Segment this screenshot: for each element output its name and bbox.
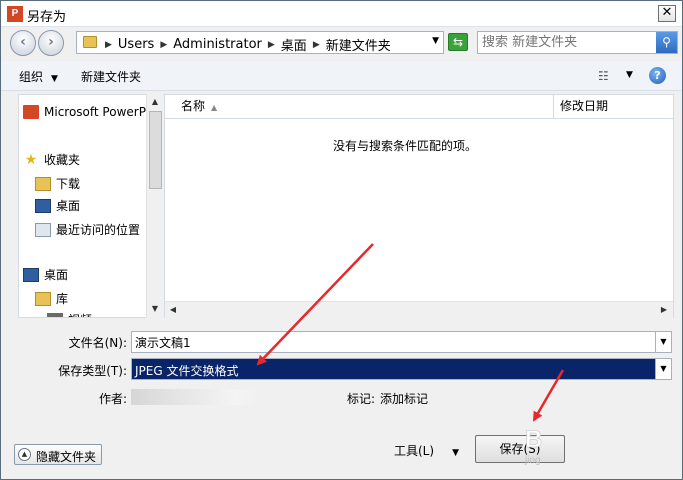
scroll-right-icon[interactable]: ▶ [656, 302, 672, 318]
nav-item-powerpoint[interactable]: Microsoft PowerP [23, 105, 146, 119]
tools-menu[interactable]: 工具(L) ▼ [394, 442, 459, 459]
desktop-icon [35, 198, 51, 213]
powerpoint-app-icon: P [7, 6, 23, 22]
save-as-dialog: P 另存为 ✕ ‹ › ▶ Users ▶ Administrator ▶ 桌面… [0, 0, 683, 480]
nav-item-label: 最近访问的位置 [56, 223, 141, 237]
breadcrumb-administrator[interactable]: Administrator [173, 37, 262, 52]
command-toolbar: 组织 ▼ 新建文件夹 ☷ ▼ ? [1, 61, 682, 91]
navigation-pane: Microsoft PowerP ★ 收藏夹 下载 桌面 最近访问的位置 桌面 … [18, 94, 163, 318]
close-button[interactable]: ✕ [658, 5, 676, 22]
add-tags-field[interactable]: 添加标记 [380, 390, 428, 407]
organize-label: 组织 [19, 70, 44, 84]
chevron-down-icon[interactable]: ▼ [432, 36, 439, 46]
chevron-right-icon[interactable]: ▶ [160, 40, 167, 50]
desktop-icon [23, 267, 39, 282]
chevron-down-icon: ▼ [452, 448, 459, 458]
save-type-value: JPEG 文件交换格式 [135, 364, 239, 378]
chevron-up-icon: ▲ [18, 448, 31, 461]
navigation-buttons: ‹ › [10, 30, 65, 56]
nav-item-label: 收藏夹 [44, 153, 81, 167]
search-icon[interactable]: ⚲ [656, 32, 677, 53]
nav-item-desktop-root[interactable]: 桌面 [23, 266, 68, 283]
nav-item-label: 桌面 [44, 268, 69, 282]
column-header-modified-date[interactable]: 修改日期 [554, 95, 674, 119]
chevron-right-icon[interactable]: ▶ [105, 40, 112, 50]
chevron-down-icon[interactable]: ▼ [655, 359, 671, 379]
nav-item-downloads[interactable]: 下载 [35, 175, 80, 192]
sort-ascending-icon: ▲ [211, 103, 218, 112]
nav-item-favorites[interactable]: ★ 收藏夹 [23, 151, 80, 168]
new-folder-button[interactable]: 新建文件夹 [81, 68, 141, 85]
author-value-redacted[interactable] [131, 389, 261, 405]
chevron-down-icon: ▼ [51, 74, 58, 84]
star-icon: ★ [24, 151, 38, 168]
breadcrumb-users[interactable]: Users [118, 37, 154, 52]
author-label: 作者: [98, 392, 127, 406]
title-bar: P 另存为 ✕ [1, 1, 682, 27]
save-button[interactable]: 保存(S) [475, 435, 565, 463]
tools-label: 工具(L) [394, 444, 435, 458]
library-icon [35, 291, 51, 306]
chevron-down-icon[interactable]: ▼ [655, 332, 671, 352]
nav-item-libraries[interactable]: 库 [35, 290, 68, 307]
column-label: 名称 [181, 99, 206, 113]
file-name-input[interactable] [135, 334, 645, 350]
recent-places-icon [35, 222, 51, 237]
dialog-title: 另存为 [27, 10, 67, 25]
nav-item-label: 库 [56, 292, 69, 306]
nav-item-recent-places[interactable]: 最近访问的位置 [35, 221, 140, 238]
powerpoint-icon [23, 105, 39, 119]
column-header-name[interactable]: 名称 ▲ [165, 95, 554, 119]
address-bar[interactable]: ▶ Users ▶ Administrator ▶ 桌面 ▶ 新建文件夹 ▼ [76, 31, 444, 54]
nav-item-desktop[interactable]: 桌面 [35, 197, 80, 214]
hide-folders-button[interactable]: ▲ 隐藏文件夹 [14, 444, 102, 465]
help-icon[interactable]: ? [649, 67, 666, 84]
hide-folders-label: 隐藏文件夹 [36, 450, 97, 464]
scroll-left-icon[interactable]: ◀ [165, 302, 181, 318]
scroll-up-icon[interactable]: ▲ [147, 94, 163, 110]
download-folder-icon [35, 176, 51, 191]
breadcrumb: ▶ Users ▶ Administrator ▶ 桌面 ▶ 新建文件夹 [99, 35, 391, 54]
video-icon [47, 312, 63, 317]
chevron-right-icon[interactable]: ▶ [313, 40, 320, 50]
tags-label: 标记: [346, 392, 375, 406]
save-type-label: 保存类型(T): [58, 364, 127, 378]
column-label: 修改日期 [560, 99, 609, 113]
chevron-down-icon[interactable]: ▼ [626, 70, 633, 80]
back-button[interactable]: ‹ [10, 30, 36, 56]
file-list: 名称 ▲ 修改日期 没有与搜索条件匹配的项。 ◀ ▶ [164, 94, 674, 318]
file-name-label: 文件名(N): [68, 336, 127, 350]
organize-menu[interactable]: 组织 ▼ [19, 68, 58, 85]
folder-icon [83, 36, 97, 48]
breadcrumb-desktop[interactable]: 桌面 [281, 35, 307, 54]
nav-item-label: 下载 [56, 177, 81, 191]
empty-list-message: 没有与搜索条件匹配的项。 [332, 139, 477, 153]
forward-button[interactable]: › [38, 30, 64, 56]
nav-item-videos[interactable]: 视频 [47, 311, 92, 317]
scroll-down-icon[interactable]: ▼ [147, 301, 163, 317]
search-box[interactable]: ⚲ [477, 31, 678, 54]
breadcrumb-new-folder[interactable]: 新建文件夹 [326, 35, 391, 54]
refresh-button[interactable]: ⇆ [448, 33, 468, 51]
nav-item-label: 视频 [68, 311, 92, 317]
chevron-right-icon[interactable]: ▶ [268, 40, 275, 50]
nav-item-label: Microsoft PowerP [44, 105, 146, 119]
file-name-combobox[interactable]: ▼ [131, 331, 672, 353]
nav-pane-scrollbar[interactable]: ▲ ▼ [146, 94, 163, 318]
horizontal-scrollbar[interactable]: ◀ ▶ [165, 301, 673, 318]
scrollbar-thumb[interactable] [149, 111, 162, 189]
save-type-select[interactable]: JPEG 文件交换格式 ▼ [131, 358, 672, 380]
search-input[interactable] [482, 34, 652, 51]
view-options-icon[interactable]: ☷ [598, 69, 609, 83]
nav-item-label: 桌面 [56, 199, 81, 213]
